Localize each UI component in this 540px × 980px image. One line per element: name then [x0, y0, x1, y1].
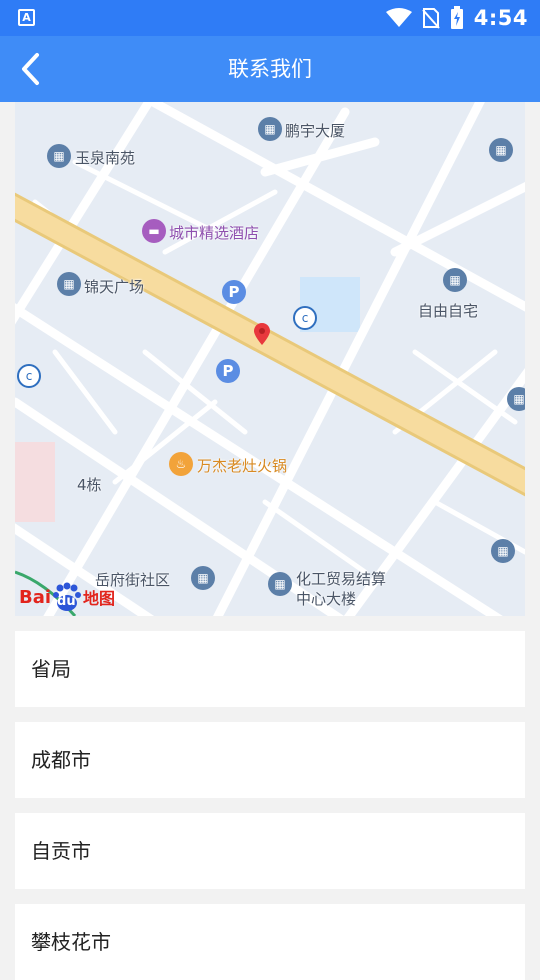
list-item-zigong[interactable]: 自贡市 [15, 813, 525, 889]
building-icon: ▦ [489, 138, 513, 162]
list-item-label: 省局 [31, 657, 71, 681]
list-item-label: 攀枝花市 [31, 930, 111, 954]
map-view[interactable]: ▦ ▦ ▦ ▬ ▦ P c ▦ P c ▦ ♨ ▦ ▦ ▦ 鹏宇大厦 玉泉南苑 … [15, 102, 525, 616]
page-title: 联系我们 [228, 57, 312, 81]
map-label-jintian: 锦天广场 [84, 278, 145, 296]
list-item-chengdu[interactable]: 成都市 [15, 722, 525, 798]
status-icons: 4:54 [385, 5, 528, 31]
map-label-yuquan: 玉泉南苑 [75, 149, 136, 167]
building-icon: ▦ [491, 539, 515, 563]
building-icon: ▦ [57, 272, 81, 296]
building-icon: ▦ [258, 117, 282, 141]
list-item-province[interactable]: 省局 [15, 631, 525, 707]
map-label-building4: 4栋 [77, 476, 102, 494]
map-label-ziyou: 自由自宅 [418, 302, 479, 320]
status-bar: A 4:54 [0, 0, 540, 36]
wifi-icon [385, 8, 412, 27]
building-icon: ▦ [268, 572, 292, 596]
restaurant-icon: ♨ [169, 452, 193, 476]
paw-icon: du [52, 582, 82, 612]
battery-charging-icon [450, 6, 463, 29]
list-item-panzhihua[interactable]: 攀枝花市 [15, 904, 525, 980]
building-icon: ▦ [191, 566, 215, 590]
location-pin-icon [254, 323, 270, 345]
app-notification-icon: A [18, 9, 35, 26]
building-icon: ▦ [443, 268, 467, 292]
app-header: 联系我们 [0, 36, 540, 102]
map-label-chengshi: 城市精选酒店 [169, 224, 260, 242]
logo-bai: Bai [19, 586, 52, 608]
map-label-huagong-line2: 中心大楼 [296, 590, 357, 608]
logo-du: du [57, 594, 76, 609]
map-label-wanjie: 万杰老灶火锅 [197, 457, 288, 475]
building-icon: ▦ [507, 387, 525, 411]
map-label-pengyu: 鹏宇大厦 [285, 122, 346, 140]
bank-icon: c [17, 364, 41, 388]
logo-map-text: 地图 [83, 589, 116, 608]
parking-icon: P [222, 280, 246, 304]
hotel-icon: ▬ [142, 219, 166, 243]
map-roads [15, 102, 525, 616]
baidu-map-logo: Bai du 地图 [19, 582, 115, 612]
no-sim-icon [422, 8, 440, 29]
map-label-huagong-line1: 化工贸易结算 [296, 570, 387, 588]
clock: 4:54 [473, 6, 528, 30]
bank-icon: c [293, 306, 317, 330]
building-icon: ▦ [47, 144, 71, 168]
parking-icon: P [216, 359, 240, 383]
list-item-label: 成都市 [31, 748, 91, 772]
list-item-label: 自贡市 [31, 839, 91, 863]
